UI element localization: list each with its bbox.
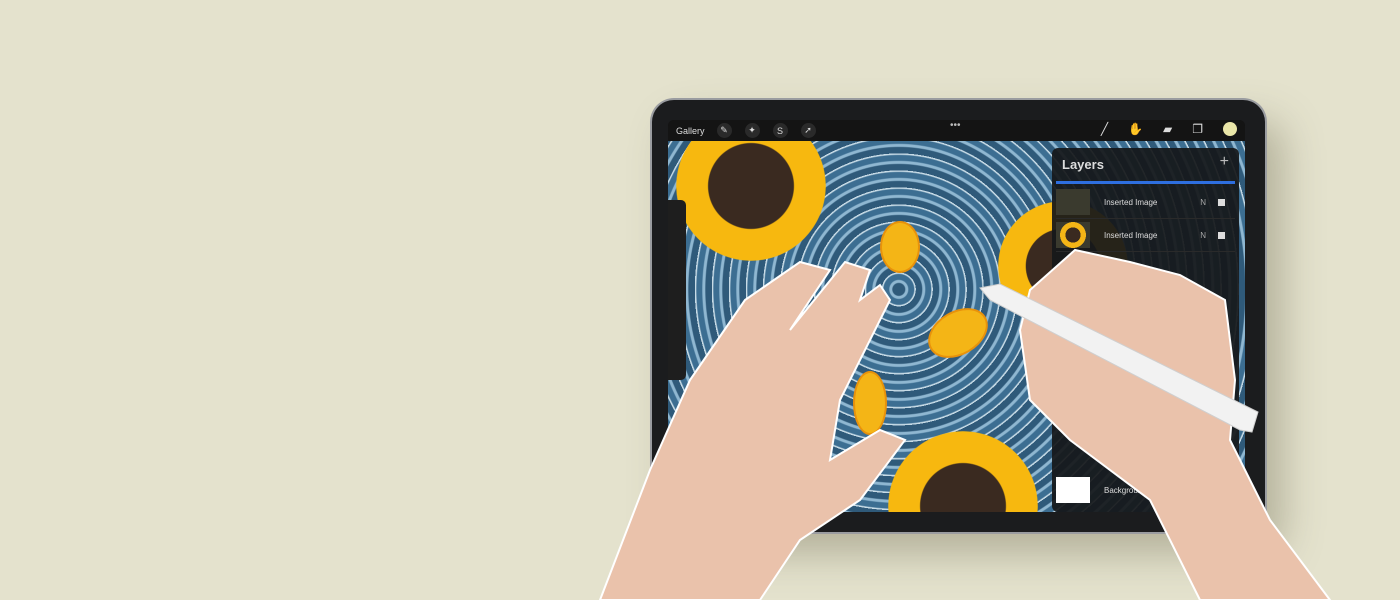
layer-row[interactable]: Background color	[1056, 474, 1235, 506]
ipad-device: Gallery ✎ ✦ S ➚ ••• ╱ ✋ ▰ ❐ Layers + Ins…	[652, 100, 1265, 532]
layer-name: Inserted Image	[1104, 197, 1158, 207]
layer-thumbnail	[1056, 189, 1090, 215]
blend-mode[interactable]: N	[1200, 231, 1206, 240]
layer-name: Background color	[1104, 485, 1167, 495]
toolbar: Gallery ✎ ✦ S ➚ ••• ╱ ✋ ▰ ❐	[668, 120, 1245, 141]
layers-title: Layers	[1062, 157, 1104, 172]
active-layer-indicator	[1056, 181, 1235, 184]
petal	[853, 371, 887, 435]
smudge-icon[interactable]: ✋	[1128, 122, 1143, 136]
color-icon[interactable]	[1223, 122, 1237, 136]
eraser-icon[interactable]: ▰	[1163, 122, 1172, 136]
more-button[interactable]: •••	[950, 120, 961, 131]
wrench-icon[interactable]: ✎	[716, 123, 732, 138]
layer-row[interactable]: Inserted Image N	[1056, 219, 1235, 252]
layer-row[interactable]: Inserted Image N	[1056, 186, 1235, 219]
selection-icon[interactable]: S	[772, 123, 788, 138]
layers-icon[interactable]: ❐	[1192, 122, 1203, 136]
sunflower	[888, 431, 1038, 512]
petal	[880, 221, 920, 273]
visibility-checkbox[interactable]	[1218, 231, 1225, 239]
visibility-checkbox[interactable]	[1218, 198, 1225, 206]
layer-thumbnail	[1056, 222, 1090, 248]
blend-mode[interactable]: N	[1200, 198, 1206, 207]
magic-wand-icon[interactable]: ✦	[744, 123, 760, 138]
procreate-screen: Gallery ✎ ✦ S ➚ ••• ╱ ✋ ▰ ❐ Layers + Ins…	[668, 120, 1245, 512]
arrow-icon[interactable]: ➚	[800, 123, 816, 138]
layers-panel: Layers + Inserted Image N Inserted Image…	[1052, 148, 1239, 512]
gallery-button[interactable]: Gallery	[676, 126, 705, 136]
brush-size-sidebar[interactable]	[668, 200, 686, 380]
add-layer-button[interactable]: +	[1220, 153, 1229, 171]
layer-name: Inserted Image	[1104, 230, 1158, 240]
sunflower	[676, 120, 826, 261]
petal	[919, 297, 997, 369]
brush-icon[interactable]: ╱	[1101, 122, 1108, 136]
layer-thumbnail	[1056, 477, 1090, 503]
